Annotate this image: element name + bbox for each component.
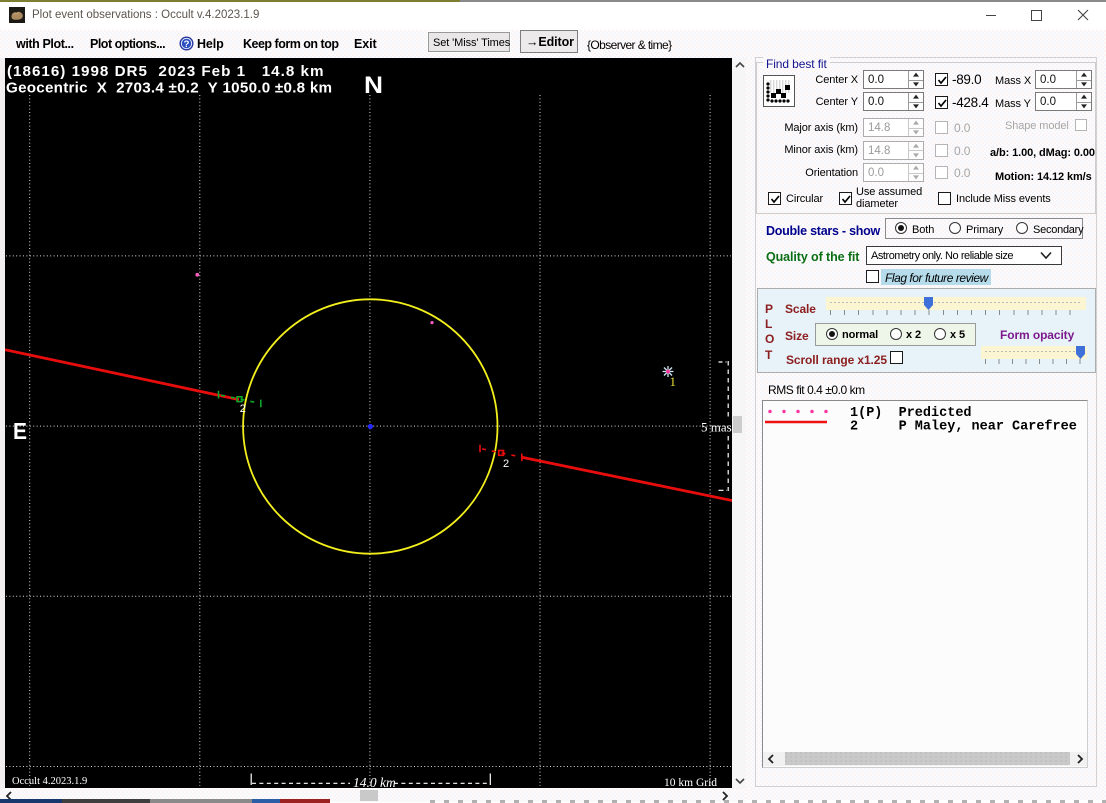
svg-text:5 mas: 5 mas <box>701 420 732 435</box>
svg-text:14.0 km: 14.0 km <box>353 775 396 788</box>
svg-text:2: 2 <box>503 458 509 470</box>
svg-text:1: 1 <box>670 374 677 389</box>
svg-text:Geocentric X 2703.4 ±0.2 Y: Geocentric X 2703.4 ±0.2 Y 1050.0 ±0.8 k… <box>6 80 332 97</box>
svg-text:(18616) 1998 DR5 2023 Feb 1: (18616) 1998 DR5 2023 Feb 1 14.8 km <box>7 63 324 80</box>
svg-text:10 km Grid: 10 km Grid <box>664 777 717 788</box>
svg-text:E: E <box>13 418 27 444</box>
svg-text:N: N <box>364 72 383 99</box>
svg-text:?: ? <box>184 39 190 50</box>
svg-text:2: 2 <box>240 403 246 415</box>
svg-text:2 P Maley, near Carefree: 2 P Maley, near Carefree <box>850 420 1077 435</box>
svg-text:Occult 4.2023.1.9: Occult 4.2023.1.9 <box>12 776 87 787</box>
